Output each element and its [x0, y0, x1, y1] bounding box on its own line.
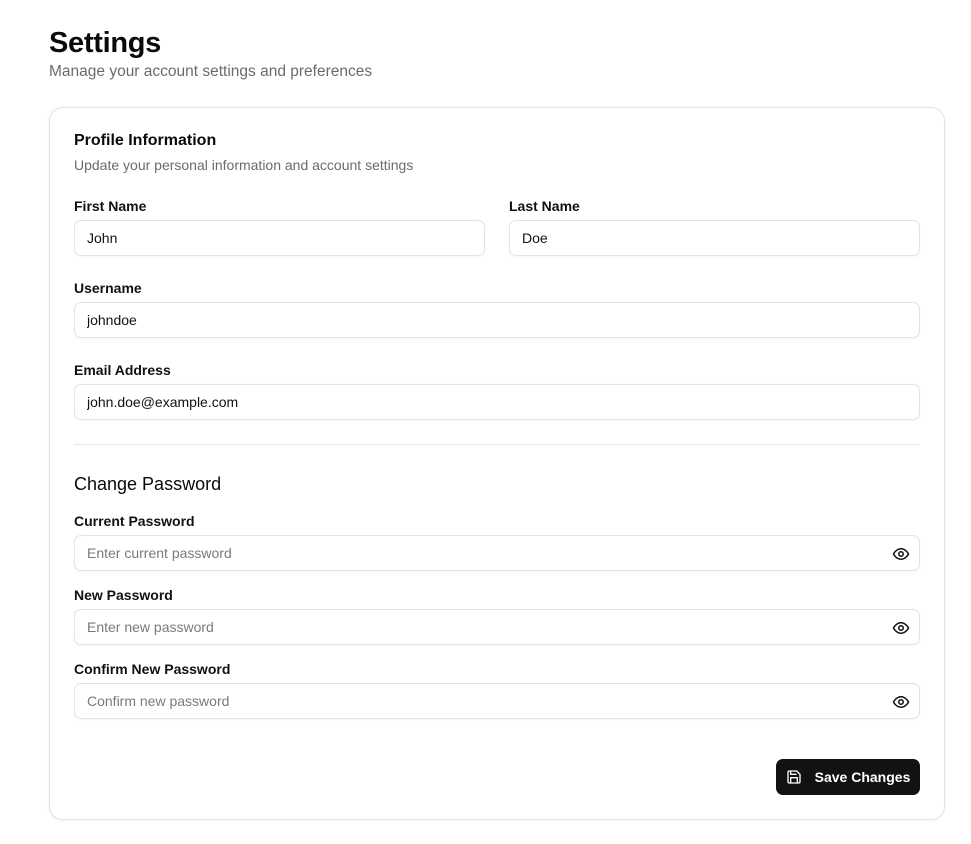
confirm-password-field	[74, 683, 920, 719]
new-password-input[interactable]	[75, 610, 919, 644]
new-password-field	[74, 609, 920, 645]
eye-icon[interactable]	[892, 545, 910, 563]
email-input[interactable]	[75, 385, 919, 419]
confirm-password-input[interactable]	[75, 684, 919, 718]
last-name-input[interactable]	[510, 221, 919, 255]
email-label: Email Address	[74, 362, 171, 378]
page-title: Settings	[49, 27, 161, 59]
first-name-label: First Name	[74, 198, 147, 214]
current-password-label: Current Password	[74, 513, 195, 529]
new-password-label: New Password	[74, 587, 173, 603]
section-divider	[74, 444, 920, 445]
save-changes-label: Save Changes	[814, 769, 911, 785]
profile-section-description: Update your personal information and acc…	[74, 157, 414, 173]
last-name-field	[509, 220, 920, 256]
settings-card: Profile Information Update your personal…	[49, 107, 945, 820]
username-field	[74, 302, 920, 338]
current-password-input[interactable]	[75, 536, 919, 570]
username-label: Username	[74, 280, 142, 296]
email-field	[74, 384, 920, 420]
first-name-field	[74, 220, 485, 256]
password-section-title: Change Password	[74, 474, 222, 494]
page-subtitle: Manage your account settings and prefere…	[49, 63, 373, 80]
save-changes-button[interactable]: Save Changes	[776, 759, 920, 795]
first-name-input[interactable]	[75, 221, 484, 255]
username-input[interactable]	[75, 303, 919, 337]
last-name-label: Last Name	[509, 198, 580, 214]
save-icon	[786, 770, 801, 784]
current-password-field	[74, 535, 920, 571]
eye-icon[interactable]	[892, 619, 910, 637]
confirm-password-label: Confirm New Password	[74, 661, 231, 677]
profile-section-title: Profile Information	[74, 132, 217, 149]
eye-icon[interactable]	[892, 693, 910, 711]
